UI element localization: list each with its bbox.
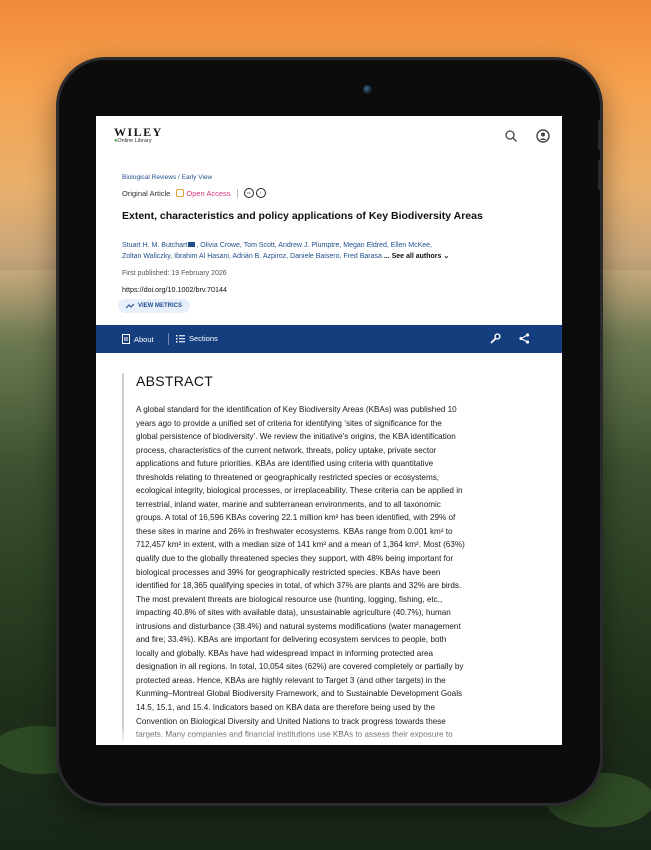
wrench-icon[interactable] <box>490 333 501 344</box>
abstract-line: these sites in marine and 26% in freshwa… <box>136 526 453 536</box>
author-list: Stuart H. M. Butchart , Olivia Crowe, Tom… <box>122 240 542 262</box>
abstract-rule <box>122 373 124 745</box>
about-label: About <box>134 334 154 344</box>
trending-icon <box>126 303 134 309</box>
article-title: Extent, characteristics and policy appli… <box>122 210 483 222</box>
creative-commons-icon[interactable]: cc i <box>243 188 266 198</box>
author-link[interactable]: Stuart H. M. Butchart <box>122 242 187 249</box>
abstract-line: groups. A total of 16,596 KBAs covering … <box>136 513 456 523</box>
search-icon[interactable] <box>504 129 518 143</box>
logo-wordmark: WILEY <box>114 125 163 139</box>
doi-link[interactable]: https://doi.org/10.1002/brv.70144 <box>122 285 542 294</box>
abstract-line: years ago to provide a unified set of cr… <box>136 418 442 428</box>
abstract-line: thresholds relating to threatened or geo… <box>136 472 440 482</box>
abstract-line: and fire; 33.4%). KBAs are important for… <box>136 635 447 645</box>
abstract-heading: ABSTRACT <box>136 373 214 389</box>
open-access-badge: Open Access <box>176 188 231 198</box>
cc-icon: cc <box>243 188 254 198</box>
abstract-line: 712,457 km² in extent, with a median siz… <box>136 540 465 550</box>
camera-icon <box>363 85 372 94</box>
share-icon[interactable] <box>519 333 530 344</box>
view-metrics-label: VIEW METRICS <box>138 303 183 309</box>
toolbar-divider <box>168 333 169 345</box>
email-icon[interactable] <box>188 242 196 247</box>
cc-by-icon: i <box>255 188 266 198</box>
tablet-volume-button <box>598 120 602 150</box>
author-link[interactable]: Zoltan Waliczky, Ibrahim Al Hasani, Adri… <box>122 253 382 260</box>
wiley-logo[interactable]: WILEY ●Online Library <box>114 126 163 145</box>
list-icon <box>176 334 185 342</box>
open-lock-icon <box>176 188 185 197</box>
article-type: Original Article <box>122 188 171 198</box>
article-toolbar: About Sections <box>96 325 562 353</box>
journal-breadcrumb[interactable]: Biological Reviews / Early View <box>122 174 542 181</box>
abstract-line: terrestrial, inland water, marine and su… <box>136 499 441 509</box>
abstract-line: 14.5, 15.1, and 15.4. Indicators based o… <box>136 703 436 713</box>
view-metrics-button[interactable]: VIEW METRICS <box>118 299 191 313</box>
tablet-screen: WILEY ●Online Library Biological Reviews… <box>96 116 562 745</box>
abstract-line: qualify due to the globally threatened s… <box>136 554 454 564</box>
first-published: First published: 19 February 2026 <box>122 270 227 277</box>
divider <box>236 188 238 198</box>
abstract-line: intrusions and disturbance (38.4%) and n… <box>136 621 461 631</box>
abstract-line: locally and globally. KBAs have had wide… <box>136 648 434 658</box>
abstract-line: protected areas. Hence, KBAs are highly … <box>136 675 446 685</box>
abstract-body: A global standard for the identification… <box>136 403 546 742</box>
abstract-line: Kunming–Montreal Global Biodiversity Fra… <box>136 689 463 699</box>
author-link[interactable]: , Olivia Crowe, Tom Scott, Andrew J. Plu… <box>196 242 432 249</box>
abstract-line: identified for 18,365 qualifying species… <box>136 581 462 591</box>
abstract-line: applications and future priorities. KBAs… <box>136 459 434 469</box>
site-header: WILEY ●Online Library <box>96 116 562 160</box>
about-button[interactable]: About <box>122 334 154 344</box>
abstract-line: process, characteristics of the current … <box>136 445 437 455</box>
scroll-fade <box>96 728 562 745</box>
abstract-line: global persistence of biodiversity’. We … <box>136 432 456 442</box>
abstract-line: A global standard for the identification… <box>136 405 457 414</box>
abstract-line: designation in all regions. In total, 10… <box>136 662 464 672</box>
user-icon[interactable] <box>536 129 550 143</box>
chevron-down-icon[interactable]: ⌄ <box>443 253 449 260</box>
sections-button[interactable]: Sections <box>176 334 218 343</box>
abstract-line: ecological integrity, biological process… <box>136 486 463 496</box>
abstract-line: The most prevalent threats are biologica… <box>136 594 443 604</box>
tablet-volume-button <box>598 160 602 190</box>
sections-label: Sections <box>189 334 218 343</box>
abstract-line: biological processes and 39% for geograp… <box>136 567 441 577</box>
logo-subtitle: Online Library <box>117 138 152 144</box>
document-icon <box>122 334 130 344</box>
see-all-authors-link[interactable]: ... See all authors <box>382 253 442 260</box>
abstract-line: Convention on Biological Diversity and U… <box>136 716 446 726</box>
article-type-line: Original Article Open Access cc i <box>122 188 542 198</box>
abstract-line: impacting 40.8% of sites with available … <box>136 608 451 618</box>
